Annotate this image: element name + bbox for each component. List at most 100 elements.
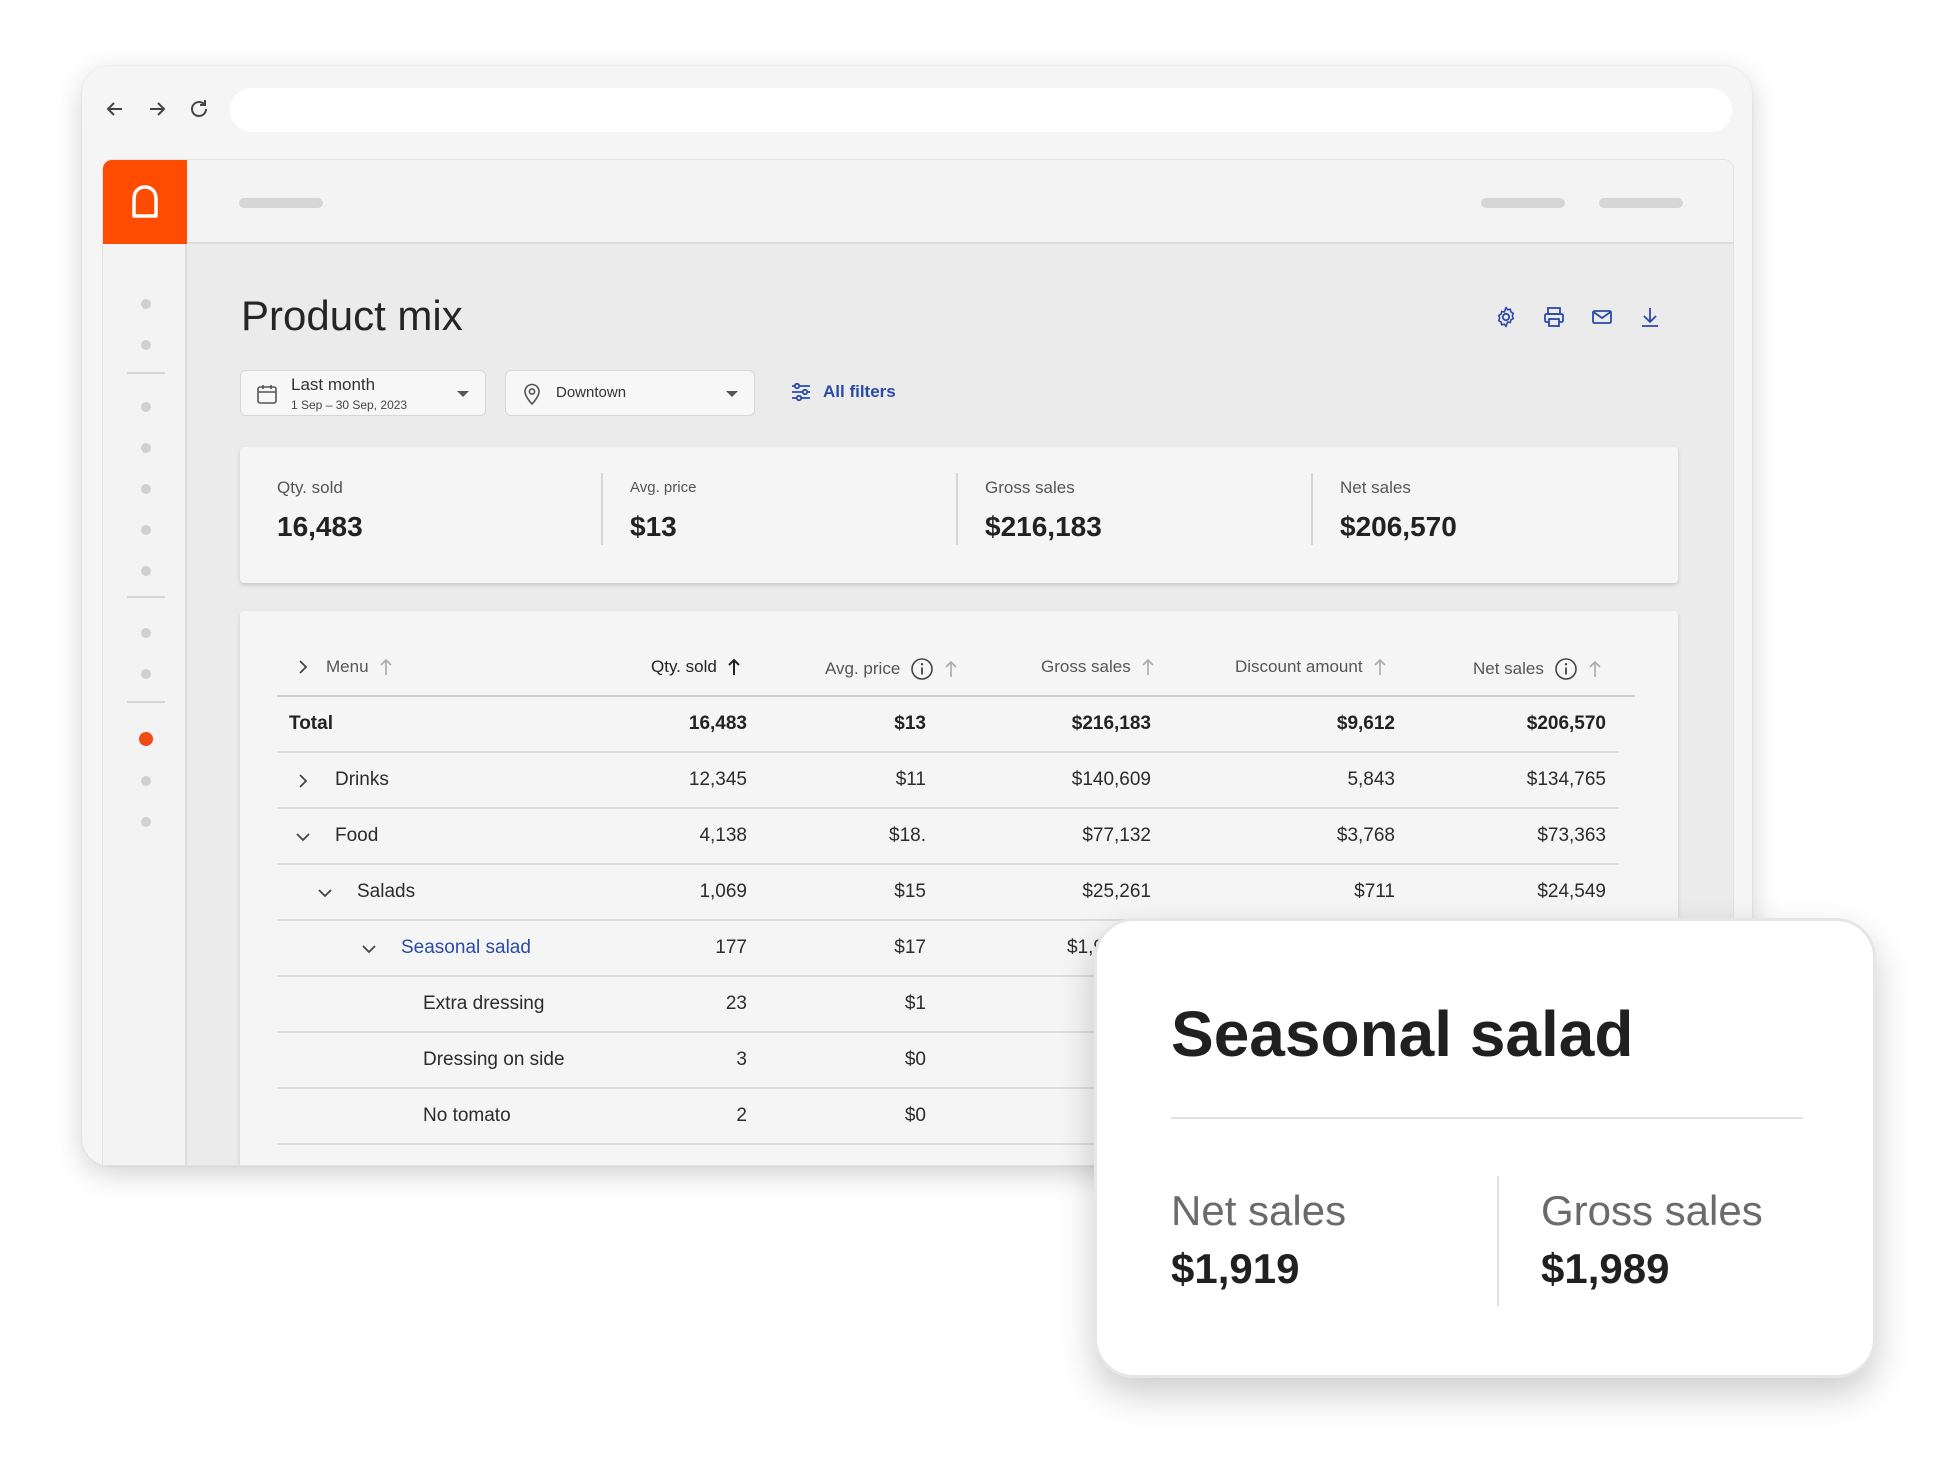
chevron-down-icon[interactable] [293,827,313,847]
topbar-placeholder[interactable] [1599,198,1683,208]
print-button[interactable] [1541,304,1567,330]
row-discount: 5,843 [1347,769,1395,790]
brand-logo[interactable] [103,160,187,244]
row-name: Total [289,713,333,734]
kpi-label: Qty. sold [277,478,343,497]
row-qty: 177 [715,937,747,958]
logo-icon [132,185,158,218]
row-name: Dressing on side [423,1049,565,1070]
header-discount-amount[interactable]: Discount amount [1235,657,1387,677]
kpi-value: 16,483 [277,511,363,542]
nav-divider [127,701,165,703]
back-button[interactable] [102,96,128,122]
popup-separator [1497,1176,1499,1306]
topbar-placeholder[interactable] [1481,198,1565,208]
header-avg-price[interactable]: Avg. price [825,657,958,681]
all-filters-button[interactable]: All filters [789,380,896,404]
chevron-down-icon[interactable] [359,939,379,959]
row-qty: 16,483 [688,713,747,734]
nav-item[interactable] [141,484,151,494]
sort-arrow-icon [728,658,740,675]
nav-item[interactable] [141,340,151,350]
header-net-sales[interactable]: Net sales [1473,657,1602,681]
caret-down-icon [457,391,469,397]
table-header: Menu Qty. sold Avg. price Gross sales Di… [277,639,1635,697]
kpi-value: $206,570 [1340,511,1457,542]
popup-net-label: Net sales [1171,1187,1347,1234]
row-avg: $1 [904,993,926,1014]
nav-item[interactable] [141,776,151,786]
email-button[interactable] [1589,304,1615,330]
popup-divider [1171,1117,1803,1119]
row-qty: 23 [725,993,747,1014]
chevron-right-icon[interactable] [293,771,313,791]
row-name: No tomato [423,1105,511,1126]
nav-item[interactable] [141,817,151,827]
caret-down-icon [726,391,738,397]
header-label: Net sales [1473,659,1544,678]
row-discount: $9,612 [1336,713,1395,734]
row-name: Food [335,825,379,846]
settings-icon [1497,306,1515,328]
date-range-label: Last month [291,375,376,394]
kpi-gross-sales: Gross sales $216,183 [957,447,1312,583]
nav-item[interactable] [141,669,151,679]
row-gross: $140,609 [1071,769,1151,790]
row-avg: $15 [894,881,926,902]
side-navigation [103,244,187,1165]
info-icon[interactable] [910,657,934,681]
row-net: $206,570 [1526,713,1606,734]
location-select[interactable]: Downtown [505,370,755,416]
row-qty: 2 [736,1105,747,1126]
report-actions [1493,304,1663,330]
kpi-net-sales: Net sales $206,570 [1312,447,1672,583]
row-avg: $11 [895,769,926,790]
forward-arrow-icon [150,102,166,116]
row-discount: $711 [1354,881,1395,902]
reload-button[interactable] [186,96,212,122]
header-label: Avg. price [825,659,901,678]
settings-button[interactable] [1493,304,1519,330]
table-row-total: Total 16,483 $13 $216,183 $9,612 $206,57… [277,697,1619,753]
header-menu[interactable]: Menu [326,657,393,677]
kpi-qty-sold: Qty. sold 16,483 [240,447,600,583]
nav-divider [127,596,165,598]
row-avg: $0 [904,1105,926,1126]
calendar-icon [257,385,277,404]
page-title: Product mix [241,292,463,339]
chevron-down-icon[interactable] [315,883,335,903]
header-gross-sales[interactable]: Gross sales [1041,657,1155,677]
download-button[interactable] [1637,304,1663,330]
table-row[interactable]: Salads 1,069 $15 $25,261 $711 $24,549 [277,865,1619,921]
seasonal-salad-link[interactable]: Seasonal salad [401,937,531,959]
table-row[interactable]: Food 4,138 $18. $77,132 $3,768 $73,363 [277,809,1619,865]
date-range-select[interactable]: Last month 1 Sep – 30 Sep, 2023 [240,370,486,416]
url-bar[interactable] [230,88,1732,132]
nav-item[interactable] [141,402,151,412]
row-discount: $3,768 [1336,825,1395,846]
nav-item[interactable] [141,566,151,576]
nav-item[interactable] [141,443,151,453]
nav-item[interactable] [141,299,151,309]
sort-arrow-icon [945,660,957,677]
print-icon [1544,307,1564,327]
chevron-right-icon[interactable] [293,657,313,677]
nav-item[interactable] [141,525,151,535]
forward-button[interactable] [144,96,170,122]
nav-item[interactable] [141,628,151,638]
nav-item-active[interactable] [139,732,153,746]
sort-arrow-icon [1374,658,1386,675]
topbar-placeholder [239,198,323,208]
sort-arrow-icon [1142,658,1154,675]
kpi-avg-price: Avg. price $13 [602,447,957,583]
back-arrow-icon [106,102,122,116]
location-pin-icon [524,383,540,406]
header-qty-sold[interactable]: Qty. sold [651,657,741,677]
sort-arrow-icon [379,658,392,675]
nav-divider [127,372,165,374]
date-range-dates: 1 Sep – 30 Sep, 2023 [291,398,408,412]
table-row[interactable]: Drinks 12,345 $11 $140,609 5,843 $134,76… [277,753,1619,809]
row-net: $73,363 [1537,825,1606,846]
info-icon[interactable] [1554,657,1578,681]
row-avg: $18. [889,825,926,846]
